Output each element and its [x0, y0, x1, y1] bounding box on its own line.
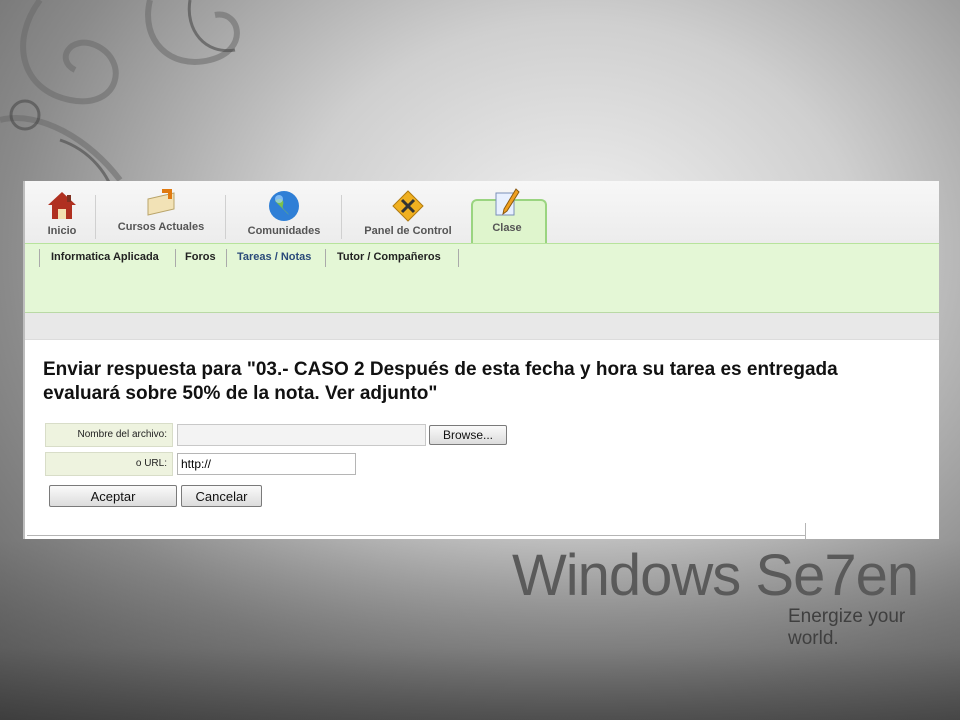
subnav-divider	[458, 249, 459, 267]
file-path-field[interactable]	[177, 424, 426, 446]
main-navigation: Inicio Cursos Actuales Comunidades Panel…	[25, 181, 939, 246]
accept-button[interactable]: Aceptar	[49, 485, 177, 507]
folder-icon	[147, 189, 175, 216]
subnav-tutor-companeros[interactable]: Tutor / Compañeros	[337, 251, 441, 263]
subnav-divider	[325, 249, 326, 267]
home-icon	[48, 192, 76, 219]
subnav-divider	[226, 249, 227, 267]
content-bottom-border	[27, 535, 805, 536]
content-right-border	[805, 523, 806, 539]
page-title-line1: Enviar respuesta para "03.- CASO 2 Despu…	[43, 359, 838, 380]
subnav-informatica-aplicada[interactable]: Informatica Aplicada	[51, 251, 159, 263]
separator-band	[25, 313, 939, 340]
windows-brand-text: Windows Se7en	[512, 543, 919, 608]
wallpaper-swirl-decoration	[0, 0, 240, 200]
browse-button[interactable]: Browse...	[429, 425, 507, 445]
nav-inicio-label: Inicio	[47, 225, 77, 237]
nav-divider	[225, 195, 226, 239]
page-title: Enviar respuesta para "03.- CASO 2 Despu…	[43, 358, 939, 406]
nav-panel-de-control[interactable]: Panel de Control	[353, 187, 463, 241]
nav-clase[interactable]: Clase	[473, 187, 541, 241]
cancel-button[interactable]: Cancelar	[181, 485, 262, 507]
nav-divider	[341, 195, 342, 239]
nav-comunidades-label: Comunidades	[247, 225, 321, 237]
url-label: o URL:	[45, 452, 173, 476]
nav-comunidades[interactable]: Comunidades	[237, 187, 331, 241]
nav-cursos-label: Cursos Actuales	[117, 221, 205, 233]
file-name-label: Nombre del archivo:	[45, 423, 173, 447]
page-title-line2: evaluará sobre 50% de la nota. Ver adjun…	[43, 383, 438, 404]
notebook-pen-icon	[495, 188, 520, 216]
sub-navigation-bar	[25, 243, 939, 314]
subnav-divider	[175, 249, 176, 267]
subnav-divider	[39, 249, 40, 267]
subnav-foros[interactable]: Foros	[185, 251, 216, 263]
globe-icon	[269, 191, 299, 221]
nav-clase-label: Clase	[492, 222, 522, 234]
url-input[interactable]	[177, 453, 356, 475]
nav-divider	[95, 195, 96, 239]
nav-cursos-actuales[interactable]: Cursos Actuales	[109, 187, 213, 241]
nav-inicio[interactable]: Inicio	[39, 187, 85, 241]
web-page: Inicio Cursos Actuales Comunidades Panel…	[23, 181, 939, 539]
nav-panel-label: Panel de Control	[364, 225, 452, 237]
subnav-tareas-notas[interactable]: Tareas / Notas	[237, 251, 311, 263]
windows-tagline: Energize your world.	[788, 606, 906, 649]
tools-icon	[392, 190, 424, 222]
